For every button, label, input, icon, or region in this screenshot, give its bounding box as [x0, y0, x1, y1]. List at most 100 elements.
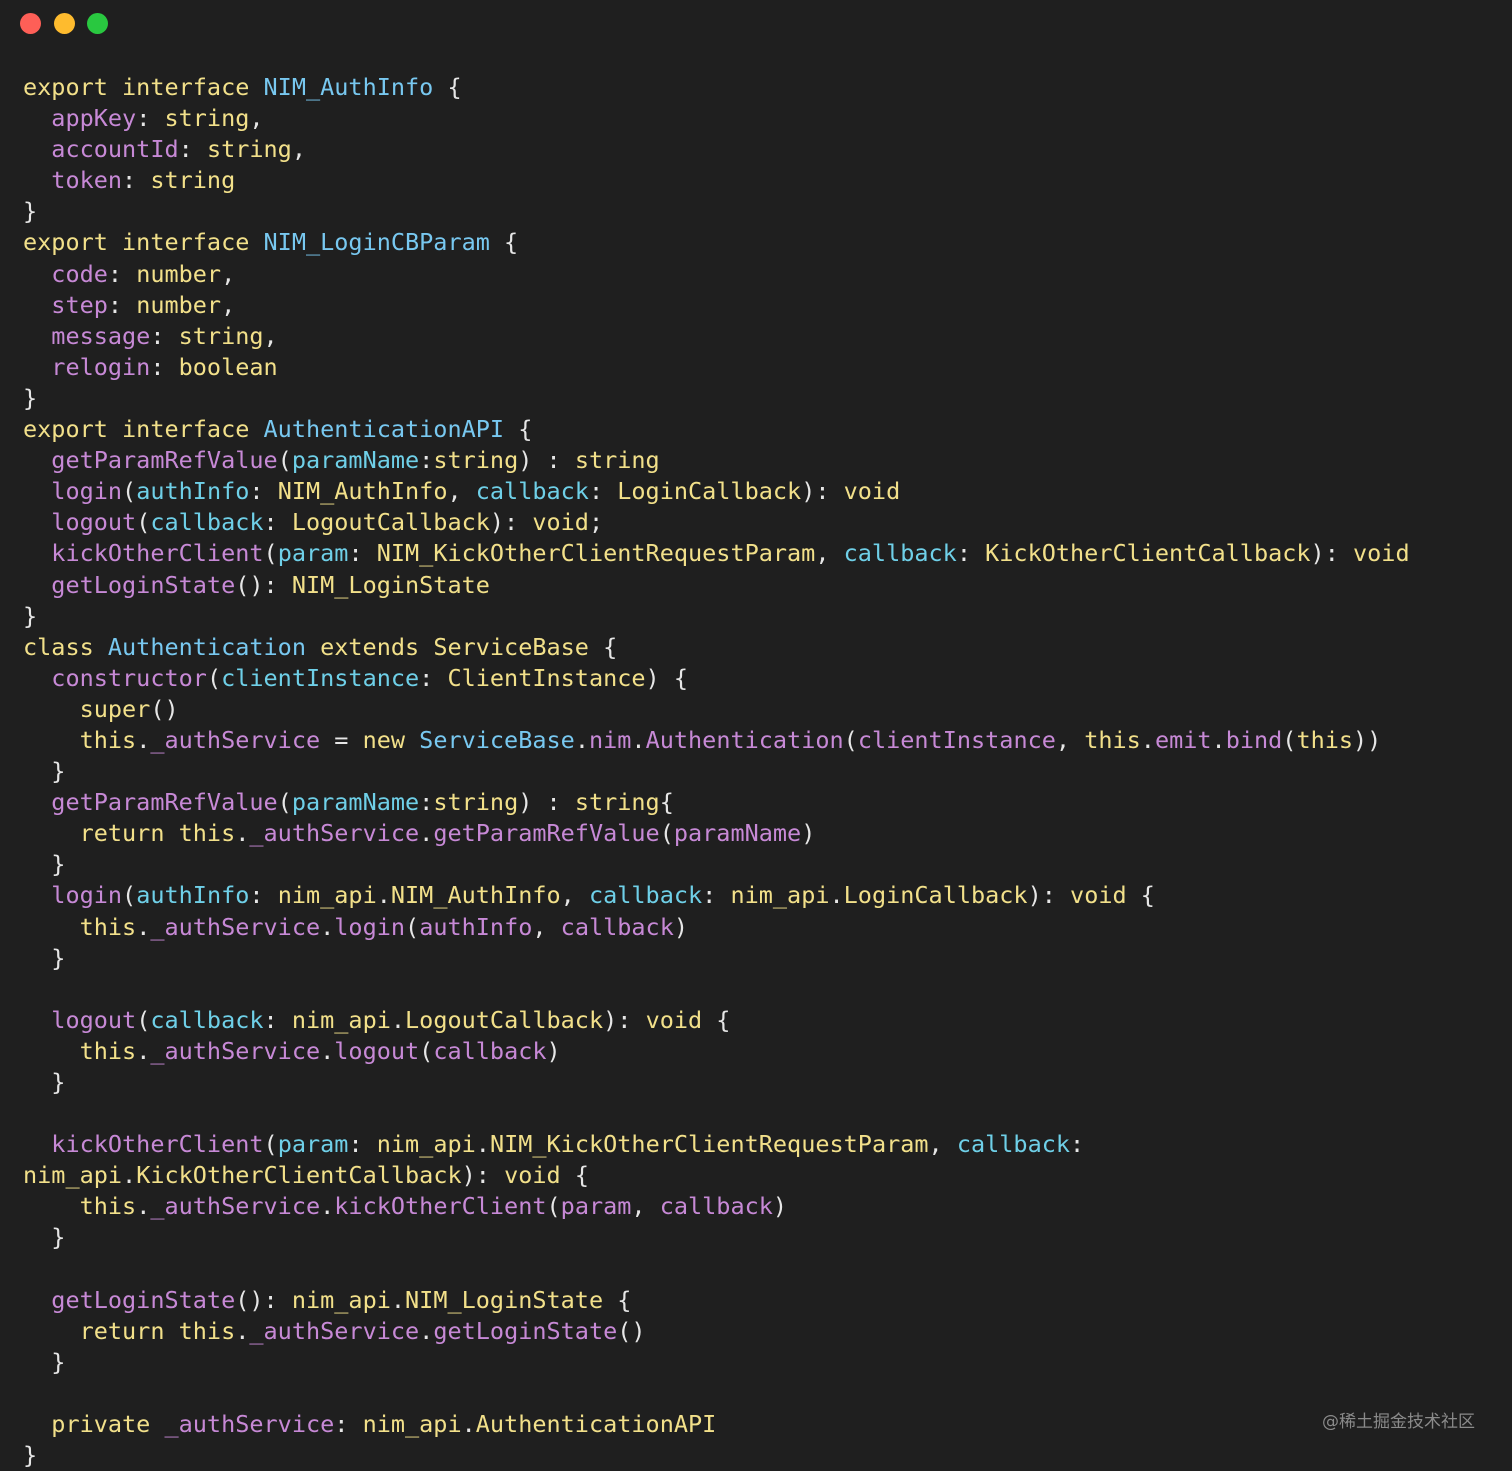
code-token: _authService [164, 1410, 335, 1439]
code-token: ) [546, 1036, 561, 1065]
code-token: _authService [150, 912, 321, 941]
code-token: code [51, 259, 108, 288]
code-line: code: number, [23, 259, 1410, 290]
code-token: ClientInstance [447, 663, 646, 692]
code-line: } [23, 943, 1410, 974]
code-token: string [433, 446, 519, 475]
code-token: { [560, 1161, 589, 1190]
code-token: } [23, 601, 38, 630]
code-token: callback [433, 1036, 547, 1065]
code-token: _authService [249, 1316, 420, 1345]
close-button[interactable] [20, 13, 41, 34]
code-token: : [178, 135, 207, 164]
code-token: new [362, 725, 420, 754]
code-token: } [23, 1441, 38, 1470]
code-token: : [136, 104, 165, 133]
code-token: ( [136, 1005, 151, 1034]
code-token: . [136, 725, 151, 754]
code-token: string [150, 166, 236, 195]
code-token: getLoginState [433, 1316, 618, 1345]
code-token: , [631, 1192, 660, 1221]
code-token: . [574, 725, 589, 754]
code-token: callback [150, 1005, 264, 1034]
code-token: , [291, 135, 306, 164]
code-token: this [79, 912, 137, 941]
code-block: export interface NIM_AuthInfo { appKey: … [23, 72, 1410, 1471]
code-line: class Authentication extends ServiceBase… [23, 632, 1410, 663]
code-token: export interface [23, 228, 264, 257]
code-token: . [136, 1192, 151, 1221]
code-token: , [221, 259, 236, 288]
code-line: step: number, [23, 290, 1410, 321]
code-token: login [334, 912, 406, 941]
code-line: getLoginState(): NIM_LoginState [23, 570, 1410, 601]
code-token: . [390, 1005, 406, 1034]
code-token: nim_api [291, 1005, 391, 1034]
code-line: } [23, 1347, 1410, 1378]
code-token: , [532, 912, 561, 941]
code-token: , [560, 881, 589, 910]
code-token: ( [206, 663, 222, 692]
code-token: } [23, 850, 66, 879]
code-token: } [23, 197, 38, 226]
code-token: string [433, 788, 519, 817]
code-token: . [1211, 725, 1226, 754]
code-token: number [136, 259, 222, 288]
code-token: nim_api [291, 1285, 391, 1314]
code-token: : [107, 290, 137, 319]
code-token: NIM_LoginState [405, 1285, 604, 1314]
code-token: getLoginState [51, 1285, 236, 1314]
zoom-button[interactable] [87, 13, 108, 34]
code-line: message: string, [23, 321, 1410, 352]
code-token: void [532, 508, 589, 537]
code-token: ( [405, 912, 420, 941]
code-line: token: string [23, 165, 1410, 196]
code-line: export interface AuthenticationAPI { [23, 414, 1410, 445]
code-token: KickOtherClientCallback [985, 539, 1311, 568]
code-token: constructor [51, 663, 207, 692]
code-token: export interface [23, 73, 264, 101]
code-token: void [1353, 539, 1410, 568]
code-token: this [79, 1036, 137, 1065]
code-token: getParamRefValue [51, 788, 278, 817]
code-token: NIM_LoginState [291, 570, 490, 599]
code-token: : [348, 539, 377, 568]
code-token: accountId [51, 135, 179, 164]
code-token: (): [235, 1285, 292, 1314]
code-line: login(authInfo: nim_api.NIM_AuthInfo, ca… [23, 880, 1410, 911]
code-token: } [23, 757, 66, 786]
code-line: super() [23, 694, 1410, 725]
code-token: ; [588, 508, 604, 537]
code-token: LogoutCallback [291, 508, 490, 537]
code-token: login [51, 881, 123, 910]
code-token: nim_api [730, 881, 830, 910]
code-token: ( [419, 1036, 434, 1065]
code-line: this._authService.logout(callback) [23, 1036, 1410, 1067]
code-token: relogin [51, 352, 151, 381]
code-token: LogoutCallback [405, 1005, 604, 1034]
code-token: = [320, 725, 363, 754]
code-token: ( [122, 477, 137, 506]
code-line: this._authService.login(authInfo, callba… [23, 912, 1410, 943]
code-line: export interface NIM_AuthInfo { [23, 72, 1410, 103]
code-line: } [23, 383, 1410, 414]
code-token: : [419, 788, 434, 817]
code-token: : [249, 881, 278, 910]
code-token: nim_api [376, 1130, 476, 1159]
code-token: string [574, 788, 660, 817]
code-token: callback [588, 881, 703, 910]
code-token: . [122, 1161, 137, 1190]
code-token: getParamRefValue [433, 819, 660, 848]
code-token: : [956, 539, 986, 568]
code-token: { [489, 228, 519, 257]
code-line: getParamRefValue(paramName:string) : str… [23, 445, 1410, 476]
code-line: getLoginState(): nim_api.NIM_LoginState … [23, 1285, 1410, 1316]
minimize-button[interactable] [54, 13, 75, 34]
